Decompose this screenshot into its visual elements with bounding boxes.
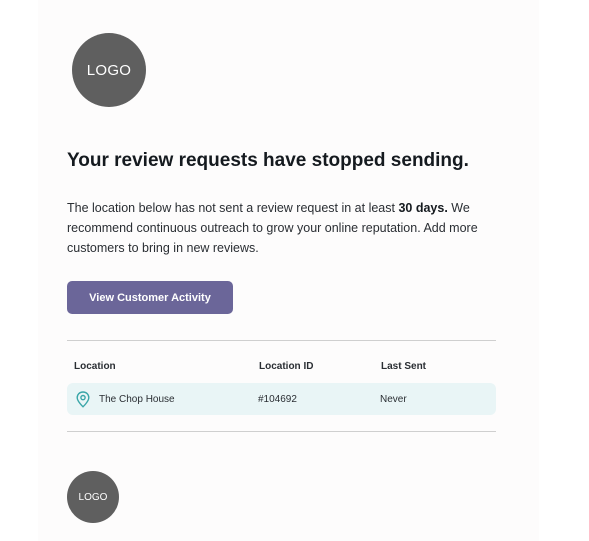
column-header-last-sent: Last Sent	[381, 361, 427, 372]
column-header-location-id: Location ID	[259, 361, 314, 372]
body-text-emphasis: 30 days.	[398, 201, 448, 215]
body-text-start: The location below has not sent a review…	[67, 201, 399, 215]
footer-logo: LOGO	[67, 471, 119, 523]
logo-text: LOGO	[86, 61, 132, 79]
column-header-location: Location	[74, 361, 116, 372]
table-row: The Chop House #104692 Never	[67, 383, 496, 415]
view-customer-activity-button[interactable]: View Customer Activity	[67, 281, 233, 314]
table-divider-bottom	[67, 431, 496, 432]
logo: LOGO	[72, 33, 146, 107]
table-divider-top	[67, 340, 496, 341]
map-pin-icon	[76, 391, 90, 408]
headline: Your review requests have stopped sendin…	[67, 150, 469, 171]
footer-logo-text: LOGO	[78, 491, 108, 503]
cell-location: The Chop House	[99, 394, 175, 405]
cell-last-sent: Never	[380, 394, 407, 405]
email-container: LOGO Your review requests have stopped s…	[38, 0, 539, 541]
cell-location-id: #104692	[258, 394, 297, 405]
message-body: The location below has not sent a review…	[67, 198, 497, 258]
